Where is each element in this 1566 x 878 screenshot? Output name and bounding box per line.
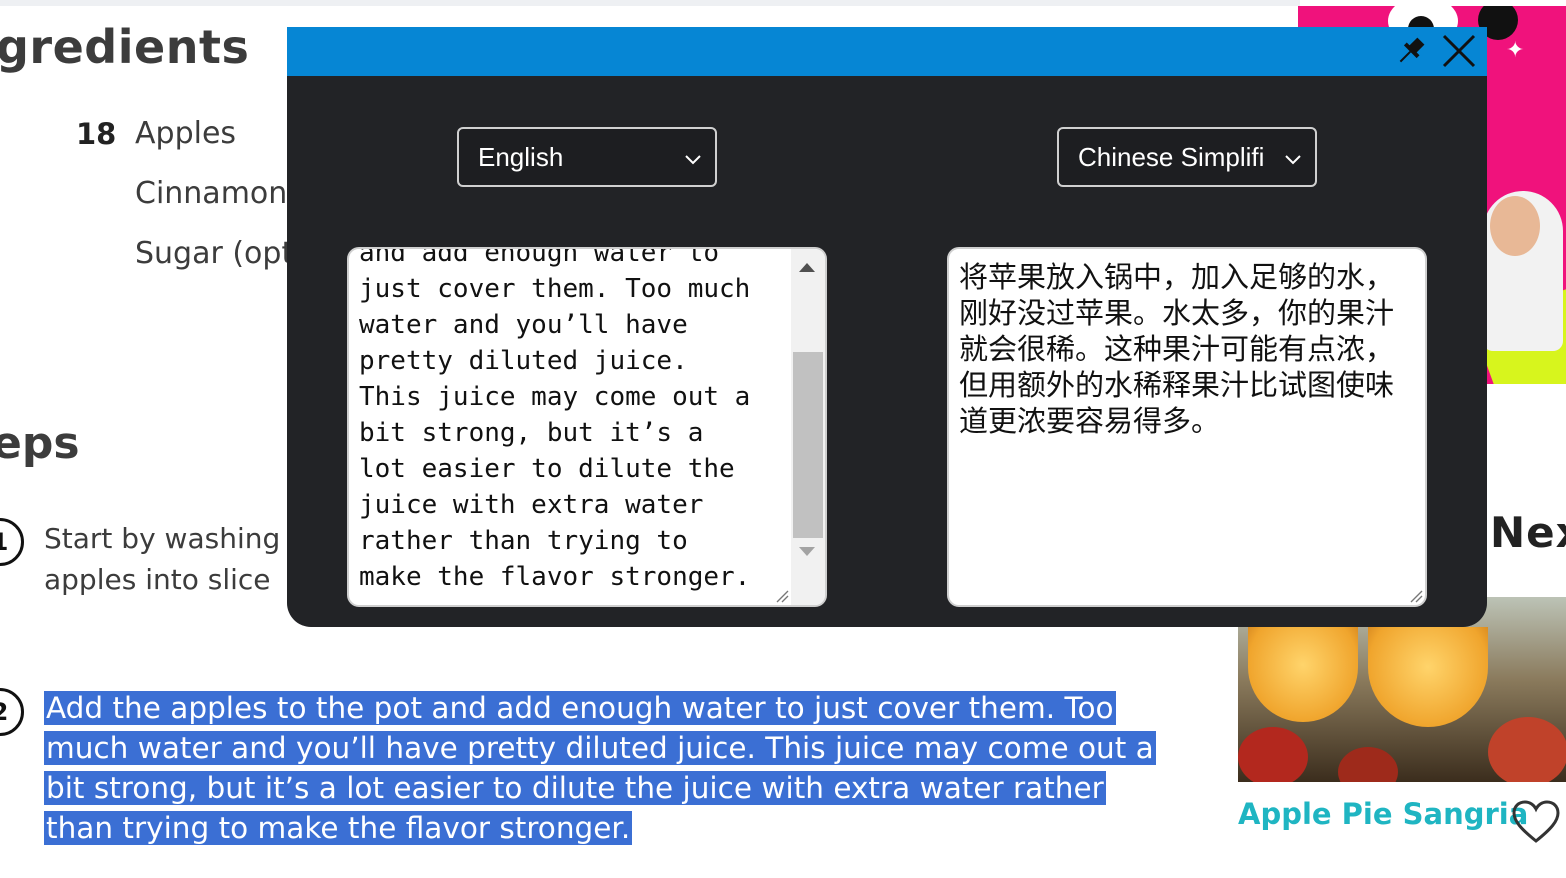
close-icon[interactable] <box>1441 33 1477 69</box>
apple-image <box>1488 717 1566 782</box>
related-recipe-link[interactable]: Apple Pie Sangria <box>1238 797 1528 831</box>
source-text-area[interactable]: and add enough water to just cover them.… <box>347 247 827 607</box>
ingredients-heading: gredients <box>0 20 250 74</box>
ingredient-quantity: 18 <box>76 117 117 151</box>
apple-image <box>1238 727 1308 782</box>
source-text[interactable]: and add enough water to just cover them.… <box>359 249 779 595</box>
scroll-up-arrow-icon[interactable] <box>799 263 815 272</box>
ingredient-cinnamon: Cinnamon <box>135 176 288 211</box>
chevron-down-icon <box>685 155 701 165</box>
step-number-2: 2 <box>0 688 24 736</box>
translated-text-area[interactable]: 将苹果放入锅中，加入足够的水，刚好没过苹果。水太多，你的果汁就会很稀。这种果汁可… <box>947 247 1427 607</box>
popup-header[interactable] <box>287 27 1487 76</box>
scroll-down-arrow-icon[interactable] <box>799 547 815 556</box>
source-language-value: English <box>478 141 564 172</box>
next-heading: Next <box>1490 508 1566 557</box>
target-language-value: Chinese Simplifi <box>1078 141 1265 172</box>
step-2-text-selected[interactable]: Add the apples to the pot and add enough… <box>44 688 1156 848</box>
page-top-border <box>0 0 1300 6</box>
glass-image <box>1368 627 1488 727</box>
translated-text[interactable]: 将苹果放入锅中，加入足够的水，刚好没过苹果。水太多，你的果汁就会很稀。这种果汁可… <box>959 259 1414 439</box>
source-language-select[interactable]: English <box>457 127 717 187</box>
resize-handle-icon[interactable] <box>775 589 789 603</box>
apple-image <box>1338 747 1398 782</box>
scrollbar-thumb[interactable] <box>793 352 823 538</box>
heart-icon[interactable] <box>1511 799 1561 845</box>
translator-popup: English Chinese Simplifi and add enough … <box>287 27 1487 627</box>
resize-handle-icon[interactable] <box>1409 589 1423 603</box>
step-number-1: 1 <box>0 518 24 566</box>
step-1-text: Start by washing apples into slice <box>44 522 281 596</box>
steps-heading: eps <box>0 418 80 469</box>
pin-icon[interactable] <box>1393 33 1429 69</box>
scrollbar[interactable] <box>791 249 825 605</box>
glass-image <box>1248 627 1358 722</box>
chevron-down-icon <box>1285 155 1301 165</box>
ingredient-sugar: Sugar (opt <box>135 236 294 271</box>
sparkle-icon: ✦ <box>1506 38 1525 63</box>
target-language-select[interactable]: Chinese Simplifi <box>1057 127 1317 187</box>
banner-person-face <box>1490 196 1540 256</box>
selected-text[interactable]: Add the apples to the pot and add enough… <box>44 691 1156 845</box>
ingredient-apples: Apples <box>135 116 237 151</box>
